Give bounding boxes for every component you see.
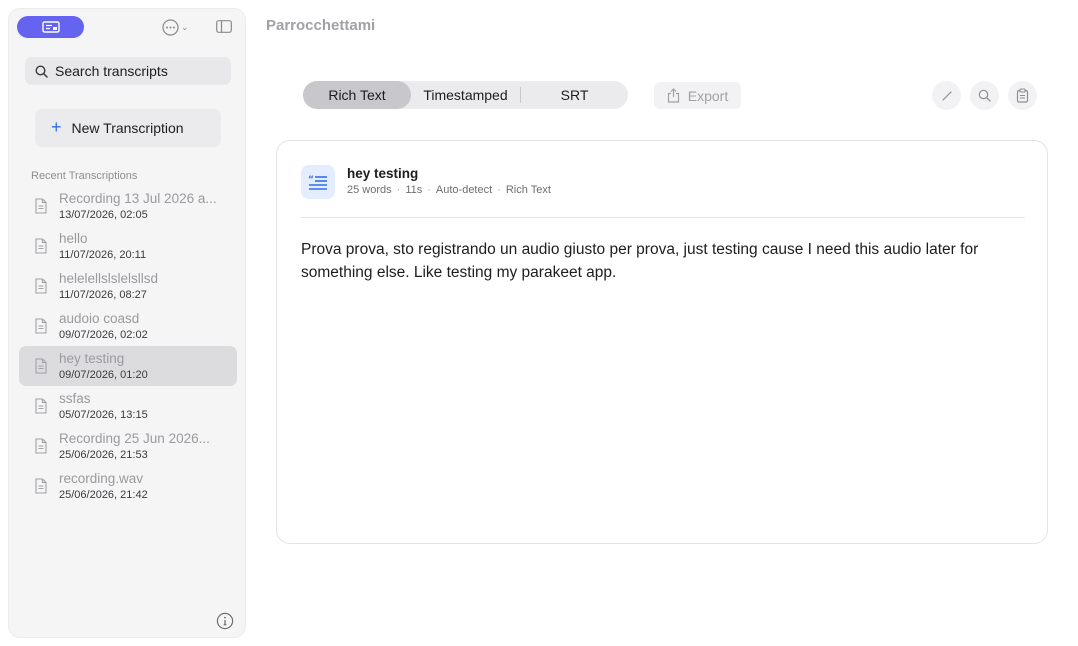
tab-timestamped[interactable]: Timestamped [411, 81, 520, 109]
item-date: 05/07/2026, 13:15 [59, 409, 148, 421]
list-item[interactable]: audoio coasd 09/07/2026, 02:02 [19, 306, 237, 346]
item-title: audoio coasd [59, 311, 140, 326]
card-divider [301, 217, 1025, 218]
search-input[interactable] [55, 63, 225, 79]
sidebar-toggle-button[interactable] [216, 19, 232, 33]
recent-transcriptions-list: Recording 13 Jul 2026 a... 13/07/2026, 02… [19, 186, 237, 506]
meta-word-count: 25 words [347, 184, 392, 196]
tab-srt[interactable]: SRT [521, 81, 628, 109]
new-transcription-label: New Transcription [71, 120, 184, 136]
meta-separator: · [497, 184, 501, 196]
info-icon[interactable] [216, 612, 234, 630]
list-item-selected[interactable]: hey testing 09/07/2026, 01:20 [19, 346, 237, 386]
item-title: hello [59, 231, 88, 246]
document-icon [35, 198, 47, 214]
quote-list-icon: “ [308, 175, 327, 190]
magnifier-icon [978, 89, 991, 102]
edit-button[interactable] [932, 81, 961, 110]
window-title: Parrocchettami [266, 17, 376, 34]
item-title: hey testing [59, 351, 125, 366]
export-button[interactable]: Export [654, 82, 741, 109]
list-item[interactable]: ssfas 05/07/2026, 13:15 [19, 386, 237, 426]
recent-transcriptions-heading: Recent Transcriptions [31, 170, 138, 182]
ellipsis-circle-icon [162, 18, 179, 36]
more-options-button[interactable]: ⌄ [162, 17, 189, 37]
item-title: ssfas [59, 391, 91, 406]
document-icon [35, 318, 47, 334]
document-icon [35, 278, 47, 294]
tab-rich-text[interactable]: Rich Text [303, 81, 411, 109]
search-field[interactable] [25, 57, 231, 85]
item-date: 11/07/2026, 20:11 [59, 249, 147, 261]
item-title: Recording 13 Jul 2026 a... [59, 191, 217, 206]
item-date: 09/07/2026, 02:02 [59, 329, 148, 341]
app-switcher-icon [41, 21, 60, 33]
chevron-down-icon: ⌄ [181, 22, 189, 32]
svg-text:“: “ [308, 175, 314, 185]
document-icon [35, 438, 47, 454]
item-date: 11/07/2026, 08:27 [59, 289, 147, 301]
search-icon [35, 64, 48, 78]
document-icon [35, 398, 47, 414]
copy-icon [1016, 88, 1029, 103]
document-icon [35, 358, 47, 374]
item-date: 09/07/2026, 01:20 [59, 369, 148, 381]
list-item[interactable]: Recording 25 Jun 2026... 25/06/2026, 21:5… [19, 426, 237, 466]
item-date: 13/07/2026, 02:05 [59, 209, 148, 221]
sidebar: ⌄ + New Transcription Recent Transcripti… [8, 8, 246, 638]
transcript-type-badge: “ [301, 165, 335, 199]
transcript-meta: 25 words · 11s · Auto-detect · Rich Text [347, 184, 551, 196]
export-label: Export [687, 87, 729, 104]
item-date: 25/06/2026, 21:42 [59, 489, 148, 501]
copy-button[interactable] [1008, 81, 1037, 110]
item-date: 25/06/2026, 21:53 [59, 449, 148, 461]
meta-separator: · [396, 184, 401, 196]
document-icon [35, 238, 47, 254]
meta-duration: 11s [405, 184, 423, 196]
item-title: recording.wav [59, 471, 144, 486]
plus-icon: + [51, 117, 62, 137]
transcript-text[interactable]: Prova prova, sto registrando un audio gi… [301, 238, 1001, 284]
list-item[interactable]: helelellslslelsllsd 11/07/2026, 08:27 [19, 266, 237, 306]
sidebar-toggle-icon [216, 19, 232, 33]
find-button[interactable] [970, 81, 999, 110]
transcript-title: hey testing [347, 166, 419, 181]
export-icon [667, 88, 679, 103]
list-item[interactable]: Recording 13 Jul 2026 a... 13/07/2026, 02… [19, 186, 237, 226]
document-icon [35, 478, 47, 494]
meta-language: Auto-detect [435, 184, 493, 196]
app-switcher-button[interactable] [17, 16, 84, 38]
meta-format: Rich Text [505, 184, 551, 196]
item-title: helelellslslelsllsd [59, 271, 159, 286]
new-transcription-button[interactable]: + New Transcription [35, 109, 221, 147]
meta-separator: · [427, 184, 431, 196]
pencil-icon [941, 90, 952, 101]
item-title: Recording 25 Jun 2026... [59, 431, 210, 446]
format-tabs: Rich Text Timestamped SRT [303, 81, 628, 109]
transcript-card: “ hey testing 25 words · 11s · Auto-dete… [276, 140, 1048, 544]
list-item[interactable]: hello 11/07/2026, 20:11 [19, 226, 237, 266]
list-item[interactable]: recording.wav 25/06/2026, 21:42 [19, 466, 237, 506]
